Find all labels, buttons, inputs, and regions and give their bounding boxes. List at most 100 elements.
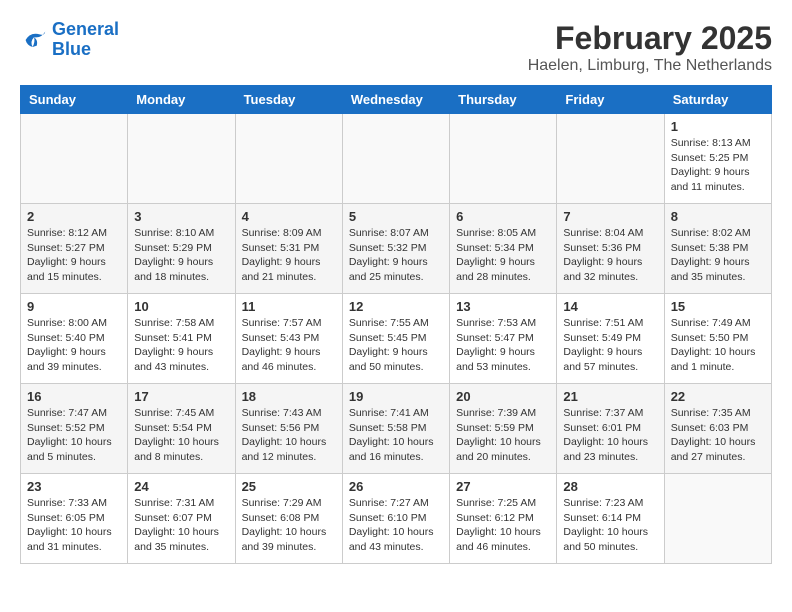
weekday-header-friday: Friday xyxy=(557,86,664,114)
day-number: 20 xyxy=(456,389,550,404)
day-number: 12 xyxy=(349,299,443,314)
location: Haelen, Limburg, The Netherlands xyxy=(528,57,772,75)
day-info: Sunrise: 7:25 AM Sunset: 6:12 PM Dayligh… xyxy=(456,496,550,555)
day-cell xyxy=(664,474,771,564)
day-number: 28 xyxy=(563,479,657,494)
day-info: Sunrise: 8:04 AM Sunset: 5:36 PM Dayligh… xyxy=(563,226,657,285)
day-number: 11 xyxy=(242,299,336,314)
day-number: 17 xyxy=(134,389,228,404)
day-number: 25 xyxy=(242,479,336,494)
day-cell: 21 Sunrise: 7:37 AM Sunset: 6:01 PM Dayli… xyxy=(557,384,664,474)
day-cell: 4 Sunrise: 8:09 AM Sunset: 5:31 PM Daylig… xyxy=(235,204,342,294)
day-number: 23 xyxy=(27,479,121,494)
day-info: Sunrise: 8:02 AM Sunset: 5:38 PM Dayligh… xyxy=(671,226,765,285)
day-number: 16 xyxy=(27,389,121,404)
logo: General Blue xyxy=(20,20,119,60)
logo-icon xyxy=(20,26,48,54)
day-cell: 25 Sunrise: 7:29 AM Sunset: 6:08 PM Dayli… xyxy=(235,474,342,564)
day-number: 15 xyxy=(671,299,765,314)
day-cell xyxy=(557,114,664,204)
day-info: Sunrise: 8:10 AM Sunset: 5:29 PM Dayligh… xyxy=(134,226,228,285)
day-cell: 14 Sunrise: 7:51 AM Sunset: 5:49 PM Dayli… xyxy=(557,294,664,384)
day-number: 1 xyxy=(671,119,765,134)
day-cell: 22Sunrise: 7:35 AM Sunset: 6:03 PM Dayli… xyxy=(664,384,771,474)
day-number: 18 xyxy=(242,389,336,404)
weekday-header-saturday: Saturday xyxy=(664,86,771,114)
week-row-5: 23 Sunrise: 7:33 AM Sunset: 6:05 PM Dayli… xyxy=(21,474,772,564)
day-number: 21 xyxy=(563,389,657,404)
day-cell: 20 Sunrise: 7:39 AM Sunset: 5:59 PM Dayli… xyxy=(450,384,557,474)
day-cell: 19 Sunrise: 7:41 AM Sunset: 5:58 PM Dayli… xyxy=(342,384,449,474)
day-info: Sunrise: 7:43 AM Sunset: 5:56 PM Dayligh… xyxy=(242,406,336,465)
day-cell: 26Sunrise: 7:27 AM Sunset: 6:10 PM Dayli… xyxy=(342,474,449,564)
day-number: 6 xyxy=(456,209,550,224)
day-cell xyxy=(235,114,342,204)
day-number: 10 xyxy=(134,299,228,314)
weekday-header-wednesday: Wednesday xyxy=(342,86,449,114)
week-row-3: 9 Sunrise: 8:00 AM Sunset: 5:40 PM Daylig… xyxy=(21,294,772,384)
day-number: 5 xyxy=(349,209,443,224)
day-cell: 23 Sunrise: 7:33 AM Sunset: 6:05 PM Dayli… xyxy=(21,474,128,564)
logo-line2: Blue xyxy=(52,39,91,59)
day-number: 9 xyxy=(27,299,121,314)
day-info: Sunrise: 7:41 AM Sunset: 5:58 PM Dayligh… xyxy=(349,406,443,465)
week-row-1: 1 Sunrise: 8:13 AM Sunset: 5:25 PM Daylig… xyxy=(21,114,772,204)
day-info: Sunrise: 7:47 AM Sunset: 5:52 PM Dayligh… xyxy=(27,406,121,465)
day-cell: 16 Sunrise: 7:47 AM Sunset: 5:52 PM Dayli… xyxy=(21,384,128,474)
day-cell xyxy=(450,114,557,204)
day-number: 26 xyxy=(349,479,443,494)
day-number: 2 xyxy=(27,209,121,224)
day-info: Sunrise: 8:13 AM Sunset: 5:25 PM Dayligh… xyxy=(671,136,765,195)
day-cell: 27Sunrise: 7:25 AM Sunset: 6:12 PM Dayli… xyxy=(450,474,557,564)
month-title: February 2025 xyxy=(528,20,772,57)
day-info: Sunrise: 8:00 AM Sunset: 5:40 PM Dayligh… xyxy=(27,316,121,375)
logo-line1: General xyxy=(52,19,119,39)
day-info: Sunrise: 7:58 AM Sunset: 5:41 PM Dayligh… xyxy=(134,316,228,375)
day-info: Sunrise: 8:05 AM Sunset: 5:34 PM Dayligh… xyxy=(456,226,550,285)
day-cell: 6 Sunrise: 8:05 AM Sunset: 5:34 PM Daylig… xyxy=(450,204,557,294)
day-number: 4 xyxy=(242,209,336,224)
day-cell: 24Sunrise: 7:31 AM Sunset: 6:07 PM Dayli… xyxy=(128,474,235,564)
weekday-header-thursday: Thursday xyxy=(450,86,557,114)
day-cell: 5 Sunrise: 8:07 AM Sunset: 5:32 PM Daylig… xyxy=(342,204,449,294)
day-info: Sunrise: 8:07 AM Sunset: 5:32 PM Dayligh… xyxy=(349,226,443,285)
day-cell xyxy=(21,114,128,204)
day-cell: 3 Sunrise: 8:10 AM Sunset: 5:29 PM Daylig… xyxy=(128,204,235,294)
day-info: Sunrise: 7:55 AM Sunset: 5:45 PM Dayligh… xyxy=(349,316,443,375)
day-number: 14 xyxy=(563,299,657,314)
day-cell: 13 Sunrise: 7:53 AM Sunset: 5:47 PM Dayli… xyxy=(450,294,557,384)
day-info: Sunrise: 8:12 AM Sunset: 5:27 PM Dayligh… xyxy=(27,226,121,285)
day-info: Sunrise: 7:33 AM Sunset: 6:05 PM Dayligh… xyxy=(27,496,121,555)
day-info: Sunrise: 7:53 AM Sunset: 5:47 PM Dayligh… xyxy=(456,316,550,375)
day-number: 19 xyxy=(349,389,443,404)
day-cell: 17 Sunrise: 7:45 AM Sunset: 5:54 PM Dayli… xyxy=(128,384,235,474)
week-row-2: 2 Sunrise: 8:12 AM Sunset: 5:27 PM Daylig… xyxy=(21,204,772,294)
day-cell xyxy=(128,114,235,204)
day-number: 7 xyxy=(563,209,657,224)
title-block: February 2025 Haelen, Limburg, The Nethe… xyxy=(528,20,772,75)
day-info: Sunrise: 7:45 AM Sunset: 5:54 PM Dayligh… xyxy=(134,406,228,465)
day-number: 13 xyxy=(456,299,550,314)
calendar-table: SundayMondayTuesdayWednesdayThursdayFrid… xyxy=(20,85,772,564)
day-number: 22 xyxy=(671,389,765,404)
day-info: Sunrise: 7:51 AM Sunset: 5:49 PM Dayligh… xyxy=(563,316,657,375)
day-cell: 8 Sunrise: 8:02 AM Sunset: 5:38 PM Daylig… xyxy=(664,204,771,294)
day-cell: 1 Sunrise: 8:13 AM Sunset: 5:25 PM Daylig… xyxy=(664,114,771,204)
day-info: Sunrise: 7:49 AM Sunset: 5:50 PM Dayligh… xyxy=(671,316,765,375)
week-row-4: 16 Sunrise: 7:47 AM Sunset: 5:52 PM Dayli… xyxy=(21,384,772,474)
day-info: Sunrise: 8:09 AM Sunset: 5:31 PM Dayligh… xyxy=(242,226,336,285)
day-number: 3 xyxy=(134,209,228,224)
day-cell xyxy=(342,114,449,204)
day-info: Sunrise: 7:39 AM Sunset: 5:59 PM Dayligh… xyxy=(456,406,550,465)
day-info: Sunrise: 7:29 AM Sunset: 6:08 PM Dayligh… xyxy=(242,496,336,555)
day-cell: 10 Sunrise: 7:58 AM Sunset: 5:41 PM Dayli… xyxy=(128,294,235,384)
day-number: 24 xyxy=(134,479,228,494)
day-cell: 9 Sunrise: 8:00 AM Sunset: 5:40 PM Daylig… xyxy=(21,294,128,384)
day-cell: 7 Sunrise: 8:04 AM Sunset: 5:36 PM Daylig… xyxy=(557,204,664,294)
day-cell: 11 Sunrise: 7:57 AM Sunset: 5:43 PM Dayli… xyxy=(235,294,342,384)
day-info: Sunrise: 7:37 AM Sunset: 6:01 PM Dayligh… xyxy=(563,406,657,465)
day-info: Sunrise: 7:57 AM Sunset: 5:43 PM Dayligh… xyxy=(242,316,336,375)
weekday-header-tuesday: Tuesday xyxy=(235,86,342,114)
weekday-header-monday: Monday xyxy=(128,86,235,114)
day-number: 8 xyxy=(671,209,765,224)
